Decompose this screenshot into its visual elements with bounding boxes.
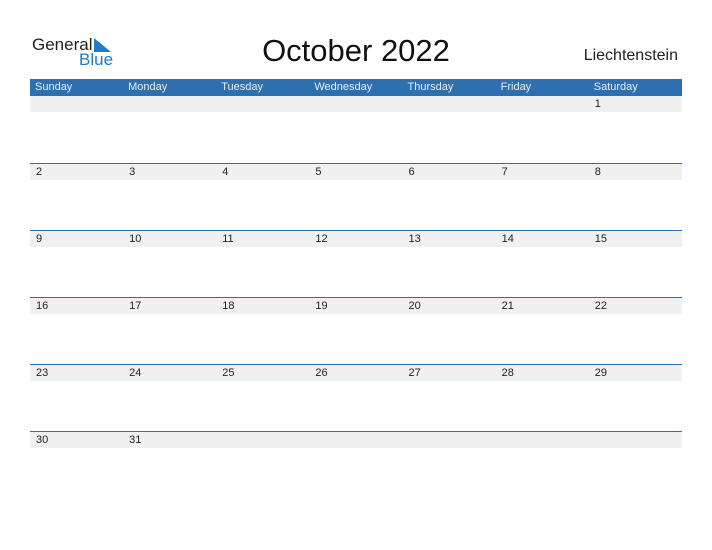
day-cell: 22	[594, 300, 607, 312]
weekday-saturday: Saturday	[593, 81, 638, 93]
day-cell	[309, 432, 402, 448]
week-row: 30 31	[30, 431, 682, 498]
day-cell: 13	[408, 233, 421, 245]
weekday-header: Sunday Monday Tuesday Wednesday Thursday…	[30, 79, 682, 96]
day-cell: 9	[36, 233, 43, 245]
day-cell: 27	[408, 367, 421, 379]
day-cell: 26	[315, 367, 328, 379]
date-strip: 9 10 11 12 13 14 15	[30, 231, 682, 247]
week-row: 16 17 18 19 20 21 22	[30, 297, 682, 364]
week-row: 2 3 4 5 6 7 8	[30, 163, 682, 230]
day-cell: 7	[501, 166, 508, 178]
day-cell: 19	[315, 300, 328, 312]
day-cell: 4	[222, 166, 229, 178]
day-cell: 20	[408, 300, 421, 312]
day-cell	[496, 96, 589, 112]
weekday-monday: Monday	[128, 81, 168, 93]
country-label: Liechtenstein	[583, 47, 678, 64]
date-strip: 16 17 18 19 20 21 22	[30, 298, 682, 314]
day-cell: 1	[594, 98, 601, 110]
day-cell: 28	[501, 367, 514, 379]
day-cell: 17	[129, 300, 142, 312]
day-cell: 24	[129, 367, 142, 379]
week-row: 23 24 25 26 27 28 29	[30, 364, 682, 431]
day-cell	[216, 432, 309, 448]
day-cell: 31	[129, 434, 142, 446]
weekday-friday: Friday	[500, 81, 532, 93]
day-cell: 15	[594, 233, 607, 245]
day-cell: 21	[501, 300, 514, 312]
day-cell	[30, 96, 123, 112]
day-cell: 25	[222, 367, 235, 379]
week-row: 9 10 11 12 13 14 15	[30, 230, 682, 297]
weekday-wednesday: Wednesday	[314, 81, 373, 93]
date-strip: 30 31	[30, 432, 682, 448]
calendar: Sunday Monday Tuesday Wednesday Thursday…	[30, 79, 682, 498]
day-cell: 8	[594, 166, 601, 178]
day-cell: 18	[222, 300, 235, 312]
date-strip: 2 3 4 5 6 7 8	[30, 164, 682, 180]
day-cell: 2	[36, 166, 43, 178]
day-cell	[589, 432, 682, 448]
day-cell: 5	[315, 166, 322, 178]
weekday-tuesday: Tuesday	[221, 81, 264, 93]
day-cell: 11	[222, 233, 234, 245]
day-cell: 10	[129, 233, 142, 245]
day-cell: 14	[501, 233, 514, 245]
day-cell: 3	[129, 166, 136, 178]
day-cell	[403, 96, 496, 112]
day-cell	[403, 432, 496, 448]
day-cell: 16	[36, 300, 49, 312]
day-cell	[496, 432, 589, 448]
day-cell: 23	[36, 367, 49, 379]
day-cell: 6	[408, 166, 415, 178]
day-cell: 12	[315, 233, 328, 245]
weekday-sunday: Sunday	[35, 81, 73, 93]
week-row: 1	[30, 96, 682, 163]
day-cell	[216, 96, 309, 112]
day-cell	[309, 96, 402, 112]
day-cell	[123, 96, 216, 112]
day-cell: 29	[594, 367, 607, 379]
date-strip: 1	[30, 96, 682, 112]
day-cell: 30	[36, 434, 49, 446]
date-strip: 23 24 25 26 27 28 29	[30, 365, 682, 381]
weekday-thursday: Thursday	[407, 81, 454, 93]
